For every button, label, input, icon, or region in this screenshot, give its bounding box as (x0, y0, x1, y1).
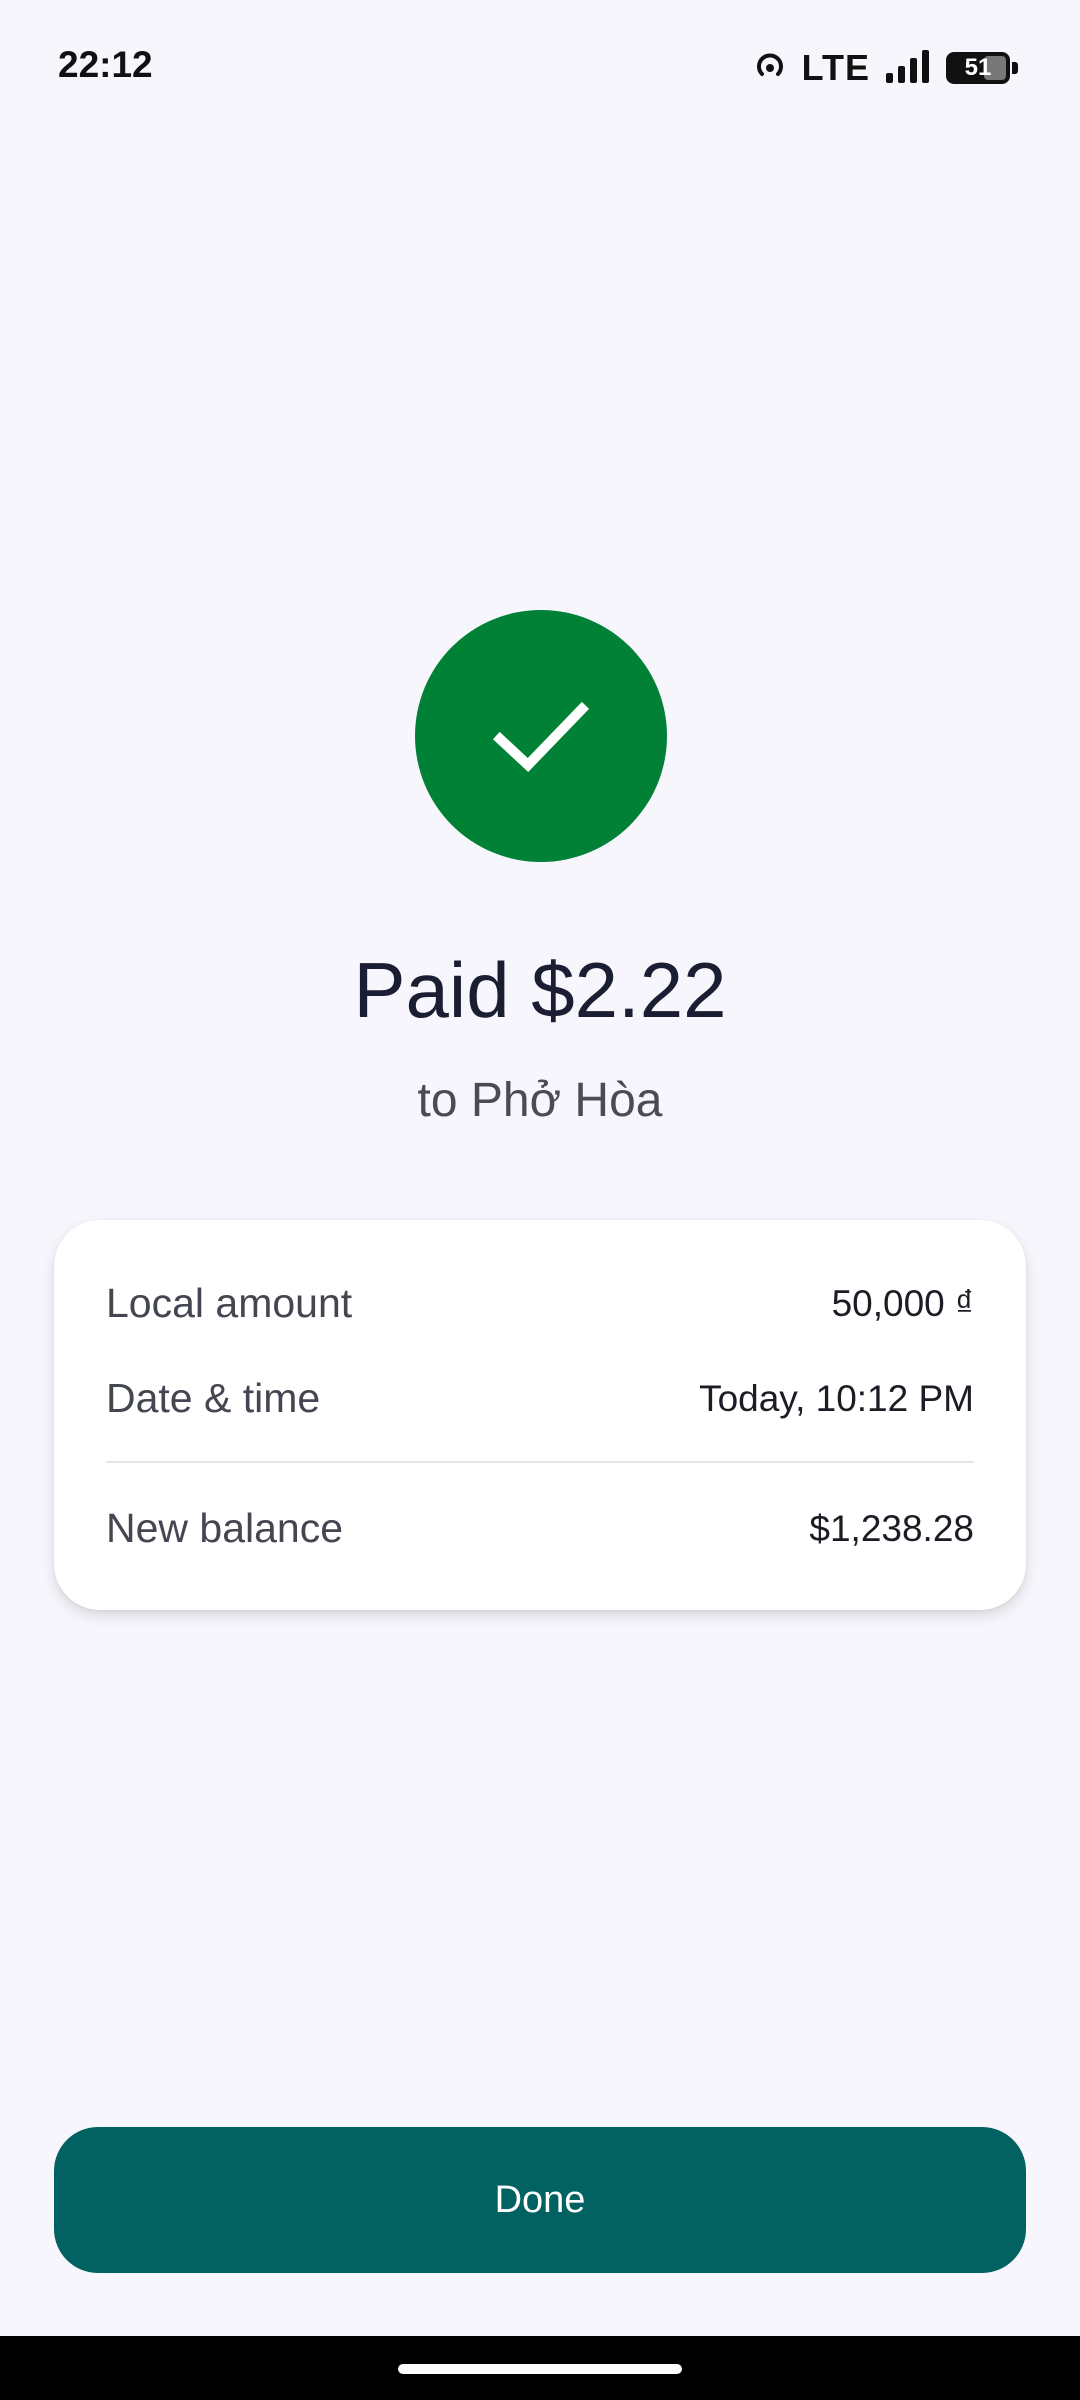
hotspot-icon (752, 48, 788, 89)
date-time-value: Today, 10:12 PM (699, 1377, 974, 1419)
payment-recipient: to Phở Hòa (417, 1074, 663, 1127)
local-amount-value: 50,000 ₫ (831, 1282, 974, 1324)
signal-icon (884, 49, 932, 88)
home-indicator[interactable] (398, 2364, 682, 2374)
date-time-row: Date & time Today, 10:12 PM (106, 1375, 974, 1422)
details-divider (106, 1461, 974, 1463)
new-balance-label: New balance (106, 1505, 344, 1551)
payment-title: Paid $2.22 (353, 946, 727, 1034)
local-amount-row: Local amount 50,000 ₫ (106, 1280, 974, 1327)
new-balance-value: $1,238.28 (809, 1507, 974, 1549)
date-time-label: Date & time (106, 1375, 321, 1421)
done-button[interactable]: Done (54, 2127, 1026, 2273)
battery-icon: 51 (946, 52, 1018, 84)
payment-details-card: Local amount 50,000 ₫ Date & time Today,… (54, 1220, 1026, 1610)
status-icons: LTE 51 (752, 46, 1018, 90)
new-balance-row: New balance $1,238.28 (106, 1505, 974, 1552)
network-type: LTE (801, 47, 870, 88)
status-time: 22:12 (58, 44, 153, 85)
success-check-icon (415, 610, 667, 862)
local-amount-label: Local amount (106, 1280, 353, 1326)
status-bar: 22:12 LTE 51 (0, 0, 1080, 130)
battery-level: 51 (964, 54, 992, 81)
